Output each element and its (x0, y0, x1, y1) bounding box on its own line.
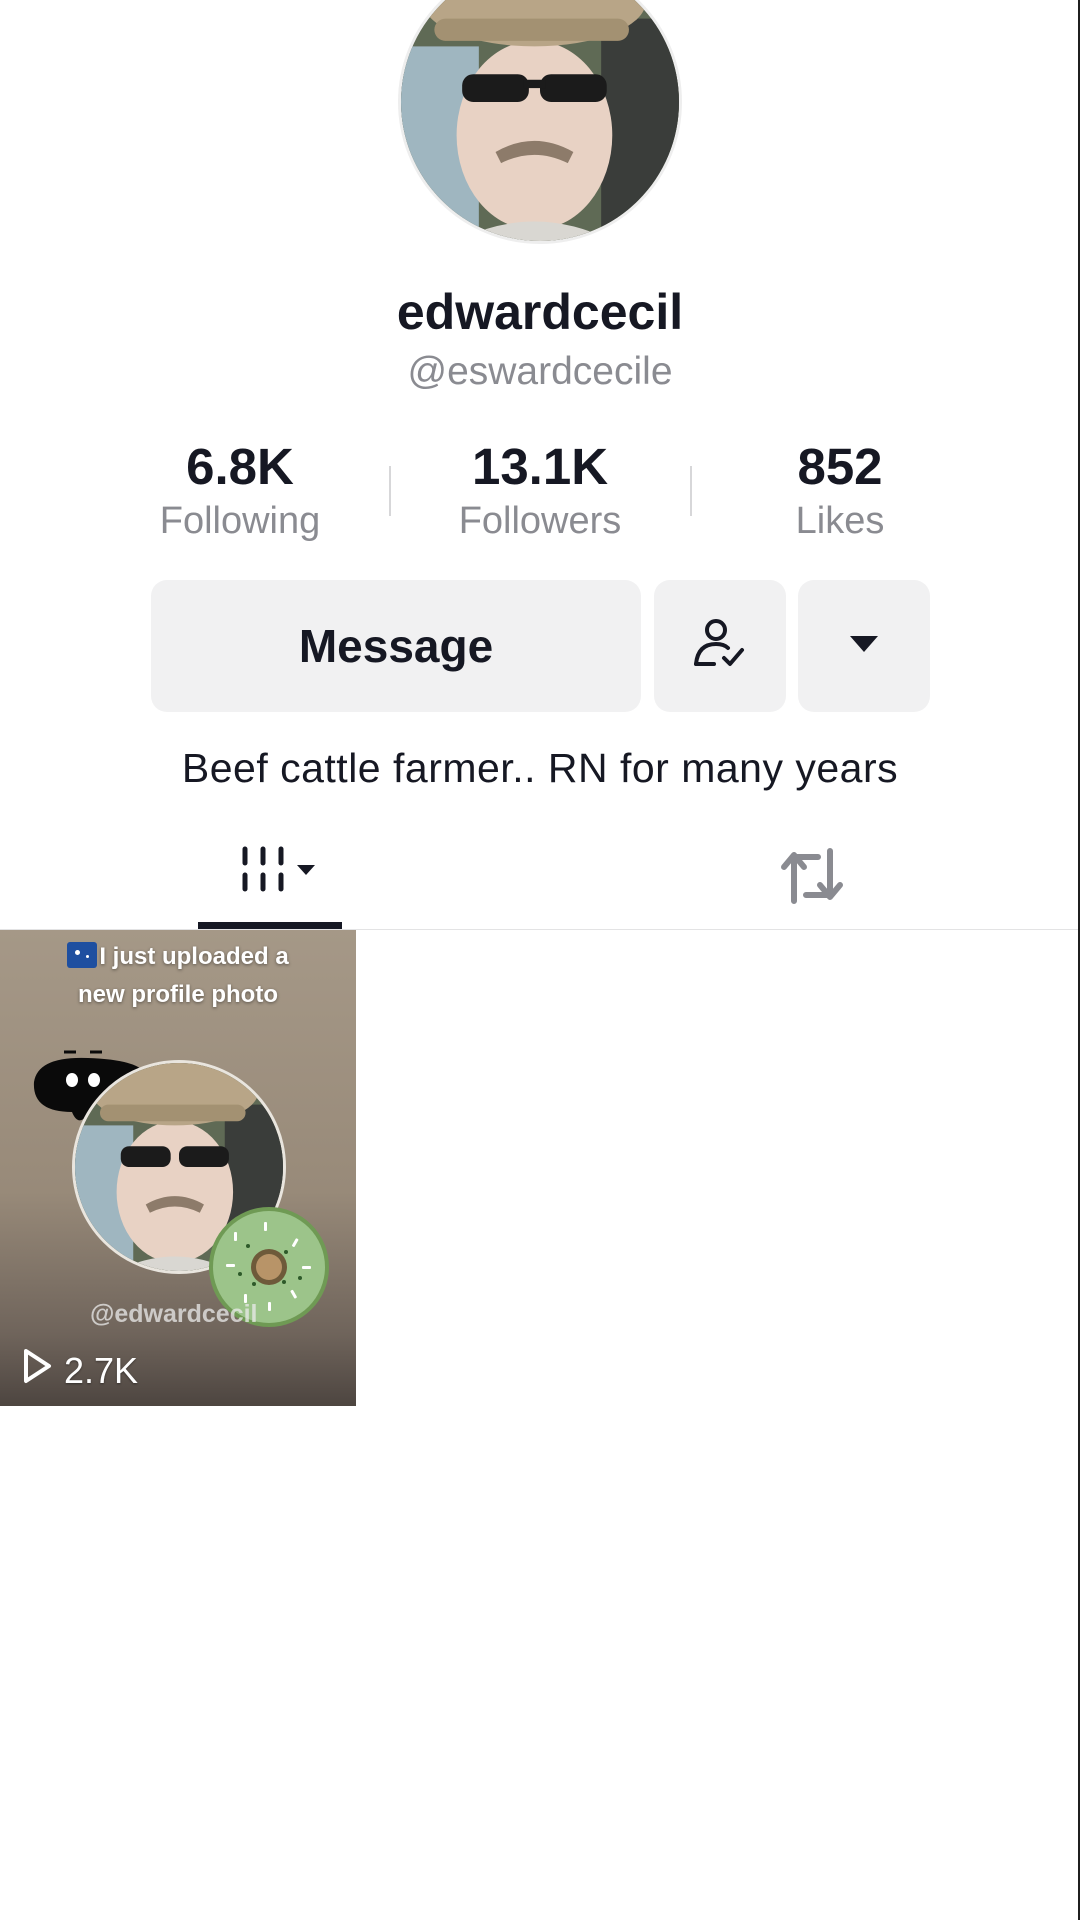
stat-likes[interactable]: 852 Likes (710, 438, 970, 543)
likes-count: 852 (797, 438, 883, 495)
following-label: Following (159, 500, 321, 542)
stat-following[interactable]: 6.8K Following (110, 438, 370, 543)
play-icon (22, 1348, 52, 1393)
likes-label: Likes (795, 500, 885, 542)
followers-label: Followers (458, 500, 622, 542)
tab-videos[interactable] (198, 830, 342, 926)
profile-avatar[interactable] (398, 0, 682, 244)
stat-divider (690, 466, 692, 516)
tab-reposts[interactable] (740, 830, 884, 926)
video-caption: I just uploaded a new profile photo (0, 938, 356, 1014)
active-tab-indicator (198, 922, 342, 929)
person-check-icon (688, 612, 752, 681)
view-count-text: 2.7K (64, 1349, 139, 1391)
message-button[interactable]: Message (151, 580, 641, 712)
following-count: 6.8K (186, 438, 294, 495)
repost-icon (772, 841, 852, 916)
video-thumbnail[interactable]: I just uploaded a new profile photo @edw… (0, 930, 356, 1406)
night-sky-emoji-icon (67, 942, 98, 968)
video-view-count: 2.7K (22, 1348, 138, 1393)
stat-divider (389, 466, 391, 516)
grid-lines-icon (215, 841, 325, 916)
followers-count: 13.1K (471, 438, 609, 495)
video-watermark: @edwardcecil (90, 1300, 258, 1328)
more-options-button[interactable] (798, 580, 930, 712)
profile-bio: Beef cattle farmer.. RN for many years (181, 745, 899, 791)
username-handle: @eswardcecile (407, 350, 673, 393)
following-status-button[interactable] (654, 580, 786, 712)
display-name: edwardcecil (396, 284, 684, 340)
stat-followers[interactable]: 13.1K Followers (410, 438, 670, 543)
caret-down-icon (844, 632, 884, 661)
